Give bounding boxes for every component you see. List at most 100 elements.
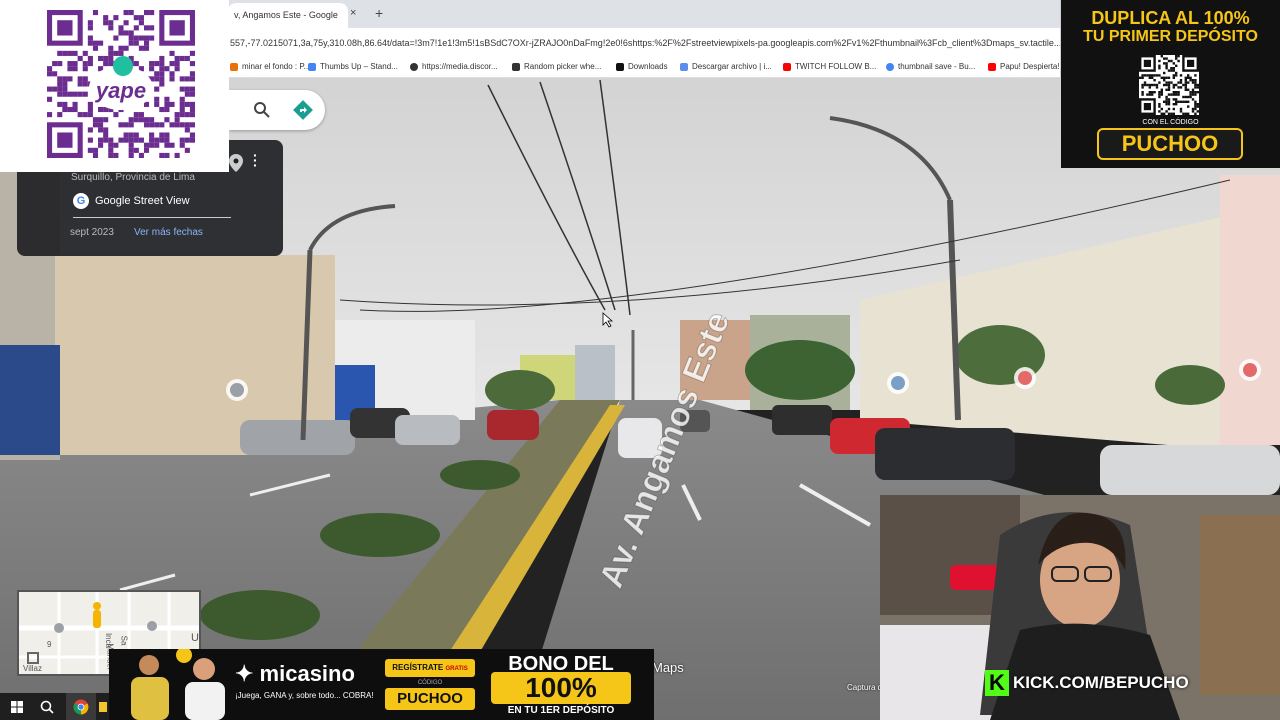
more-options-icon[interactable]: · · · xyxy=(253,148,258,172)
bookmark-icon xyxy=(783,62,791,71)
yape-qr-overlay: yape xyxy=(0,0,229,172)
source-label: Google Street View xyxy=(95,195,190,207)
file-explorer-icon[interactable] xyxy=(96,693,109,720)
bookmark-item[interactable]: Downloads xyxy=(616,62,668,71)
bookmark-label: thumbnail save - Bu... xyxy=(898,62,976,71)
address-bar[interactable]: 557,-77.0215071,3a,75y,310.08h,86.64t/da… xyxy=(228,28,1060,56)
tab-bar: v, Angamos Este - Google × + xyxy=(228,0,1060,28)
place-marker[interactable] xyxy=(887,372,909,394)
car xyxy=(1100,445,1280,495)
building xyxy=(0,345,60,455)
expand-map-icon[interactable] xyxy=(27,652,39,664)
promo-subheadline: TU PRIMER DEPÓSITO xyxy=(1083,28,1258,45)
tab-title: v, Angamos Este - Google xyxy=(234,10,338,20)
hedge xyxy=(440,460,520,490)
bookmark-label: Descargar archivo | i... xyxy=(692,62,772,71)
bookmarks-bar: minar el fondo : P... Thumbs Up – Stand.… xyxy=(228,56,1060,78)
promo-banner-bottom: ✦ micasino ¡Juega, GANA y, sobre todo...… xyxy=(109,649,654,720)
bookmark-icon xyxy=(230,62,238,71)
tree xyxy=(485,370,555,410)
bookmark-item[interactable]: TWITCH FOLLOW B... xyxy=(783,62,876,71)
divider xyxy=(73,217,231,218)
location-text: Surquillo, Provincia de Lima xyxy=(71,172,195,183)
minimap-street-label: Sa xyxy=(119,635,129,646)
yape-qr-code: yape xyxy=(47,10,195,158)
bonus-percent: 100% xyxy=(491,672,631,704)
minimap-street-label: Villaz xyxy=(23,664,42,673)
more-dates-link[interactable]: Ver más fechas xyxy=(134,227,203,238)
hedge xyxy=(320,513,440,557)
register-badge: REGÍSTRATE GRATIS xyxy=(385,659,475,677)
bookmark-icon xyxy=(988,62,996,71)
bookmark-label: Random picker whe... xyxy=(524,62,602,71)
bookmark-item[interactable]: Thumbs Up – Stand... xyxy=(308,62,398,71)
car xyxy=(487,410,539,440)
browser-tab[interactable]: v, Angamos Este - Google xyxy=(228,3,348,28)
map-pin-icon[interactable] xyxy=(229,154,243,172)
street-view-source: G Google Street View xyxy=(73,193,190,209)
bookmark-label: TWITCH FOLLOW B... xyxy=(795,62,877,71)
kick-channel-overlay: K KICK.COM/BEPUCHO xyxy=(985,670,1189,696)
bookmark-item[interactable]: https://media.discor... xyxy=(410,62,498,71)
search-icon[interactable] xyxy=(32,693,62,720)
promo-code-bottom: PUCHOO xyxy=(385,688,475,710)
taskbar xyxy=(0,693,109,720)
bookmark-icon xyxy=(616,62,624,71)
bookmark-icon xyxy=(512,62,520,71)
kick-channel-url: KICK.COM/BEPUCHO xyxy=(1013,673,1189,692)
bookmark-item[interactable]: Descargar archivo | i... xyxy=(680,62,772,71)
place-marker[interactable] xyxy=(226,379,248,401)
store-marker[interactable] xyxy=(1014,367,1036,389)
yape-logo-text: yape xyxy=(95,78,146,103)
promo-code-label: CON EL CÓDIGO xyxy=(1142,119,1199,126)
windows-start-icon[interactable] xyxy=(2,693,32,720)
kick-logo-icon: K xyxy=(985,670,1009,696)
search-icon[interactable] xyxy=(253,101,271,119)
new-tab-button[interactable]: + xyxy=(375,5,383,21)
bookmark-item[interactable]: thumbnail save - Bu... xyxy=(886,62,975,71)
tree xyxy=(1155,365,1225,405)
promo-people-image xyxy=(131,649,225,720)
building xyxy=(575,345,615,400)
url-text: 557,-77.0215071,3a,75y,310.08h,86.64t/da… xyxy=(230,38,1060,48)
directions-icon[interactable] xyxy=(293,100,313,120)
hedge xyxy=(200,590,320,640)
bookmark-label: Downloads xyxy=(628,62,668,71)
promo-banner-top: DUPLICA AL 100% TU PRIMER DEPÓSITO CON E… xyxy=(1061,0,1280,168)
bookmark-icon xyxy=(886,62,894,71)
casino-tagline: ¡Juega, GANA y, sobre todo... COBRA! xyxy=(235,691,374,700)
bonus-deposit-text: EN TU 1ER DEPÓSITO xyxy=(507,705,615,716)
promo-code: PUCHOO xyxy=(1097,128,1243,160)
google-g-icon: G xyxy=(73,193,89,209)
building xyxy=(1220,175,1280,445)
search-box xyxy=(229,90,325,130)
store-marker[interactable] xyxy=(1239,359,1261,381)
bookmark-label: Thumbs Up – Stand... xyxy=(320,62,398,71)
bookmark-label: https://media.discor... xyxy=(422,62,498,71)
screen: Av. Angamos Este v, Angamos Este - Googl… xyxy=(0,0,1280,720)
register-text: REGÍSTRATE xyxy=(392,663,444,672)
bookmark-item[interactable]: Papu! Despierta! xyxy=(988,62,1060,71)
close-tab-icon[interactable]: × xyxy=(350,7,356,19)
bookmark-item[interactable]: Random picker whe... xyxy=(512,62,601,71)
free-text: GRATIS xyxy=(445,666,468,672)
car xyxy=(240,420,355,455)
promo-qr-code xyxy=(1139,55,1199,115)
minimap-street-label: 9 xyxy=(47,640,52,649)
promo-headline: DUPLICA AL 100% xyxy=(1091,8,1250,28)
bookmark-icon xyxy=(308,62,316,71)
maps-label: Maps xyxy=(652,660,684,675)
capture-label: Captura d xyxy=(847,683,883,692)
bookmark-item[interactable]: minar el fondo : P... xyxy=(230,62,310,71)
casino-logo: ✦ micasino xyxy=(235,661,355,686)
capture-date: sept 2023 xyxy=(70,227,114,238)
casino-logo-text: micasino xyxy=(259,661,355,686)
bookmark-label: Papu! Despierta! xyxy=(1000,62,1060,71)
bookmark-icon xyxy=(410,62,418,71)
chrome-taskbar-icon[interactable] xyxy=(66,693,96,720)
code-label: CÓDIGO xyxy=(417,680,443,686)
car xyxy=(395,415,460,445)
minimap-street-label: U xyxy=(191,632,199,644)
bookmark-icon xyxy=(680,62,688,71)
tree xyxy=(745,340,855,400)
